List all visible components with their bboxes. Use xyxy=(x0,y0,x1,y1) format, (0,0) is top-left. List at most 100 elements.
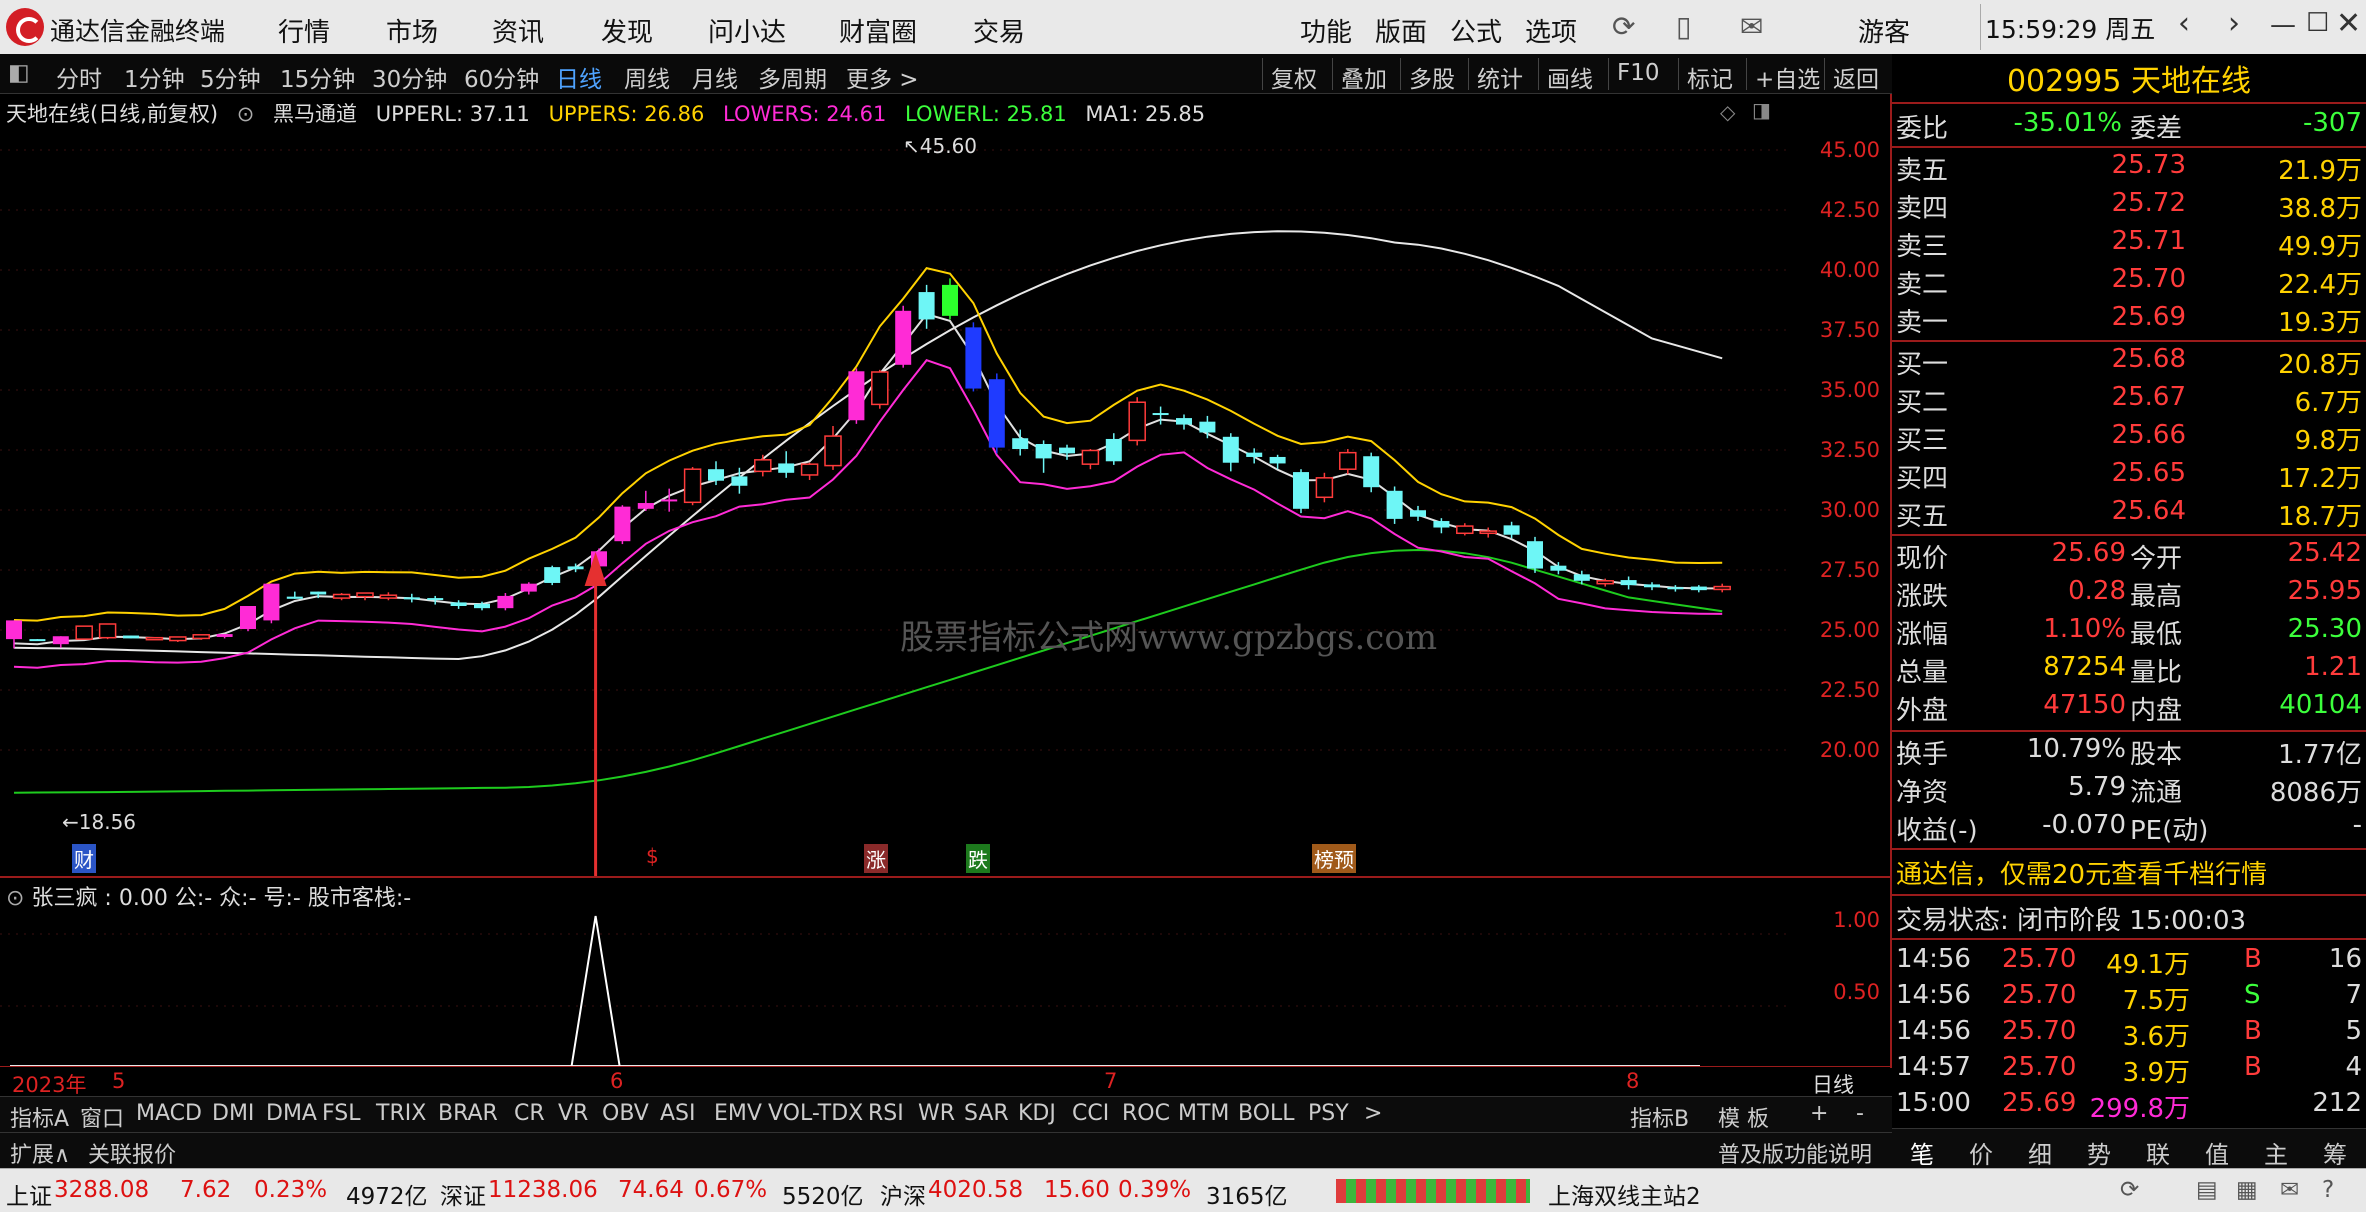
candle-body[interactable] xyxy=(1479,530,1497,535)
candle-body[interactable] xyxy=(1667,587,1684,590)
tab-15min[interactable]: 15分钟 xyxy=(280,60,355,94)
candle-body[interactable] xyxy=(1713,585,1731,591)
candle-body[interactable] xyxy=(1363,456,1380,488)
tab-more[interactable]: 更多 > xyxy=(846,60,919,94)
bids-row[interactable]: 买三 25.66 9.8万 xyxy=(1892,420,2366,458)
tab-daily[interactable]: 日线 xyxy=(556,60,602,94)
hs-label[interactable]: 沪深 xyxy=(880,1177,926,1211)
candle-body[interactable] xyxy=(1690,586,1707,591)
phone-icon[interactable]: ▯ xyxy=(1676,10,1691,43)
menu-gongneng[interactable]: 功能 xyxy=(1300,12,1352,49)
candle-body[interactable] xyxy=(145,636,164,641)
menu-zixun[interactable]: 资讯 xyxy=(492,12,544,49)
candle-body[interactable] xyxy=(6,620,22,640)
candle-body[interactable] xyxy=(637,503,654,509)
candle-body[interactable] xyxy=(1128,401,1146,442)
candle-body[interactable] xyxy=(848,371,865,421)
maximize-icon[interactable]: ☐ xyxy=(2306,8,2329,38)
candle-body[interactable] xyxy=(1269,456,1286,464)
indicator-tab[interactable]: OBV xyxy=(602,1101,649,1126)
promo-banner[interactable]: 通达信，仅需20元查看千档行情 xyxy=(1896,854,2267,891)
indicator-tab[interactable]: 窗口 xyxy=(80,1101,124,1133)
candle-body[interactable] xyxy=(123,635,139,639)
related-quotes-button[interactable]: 关联报价 xyxy=(88,1137,176,1169)
expand-button[interactable]: 扩展∧ xyxy=(10,1137,70,1169)
candle-body[interactable] xyxy=(661,499,678,502)
indicator-tab[interactable]: FSL xyxy=(322,1101,361,1126)
candle-body[interactable] xyxy=(1315,477,1334,499)
candle-body[interactable] xyxy=(1550,565,1567,571)
indicator-tab[interactable]: CCI xyxy=(1072,1101,1109,1126)
candle-body[interactable] xyxy=(75,625,93,640)
candle-body[interactable] xyxy=(1012,438,1029,450)
menu-caifuquan[interactable]: 财富圈 xyxy=(839,12,917,49)
candle-body[interactable] xyxy=(1222,436,1239,463)
mail-icon[interactable]: ✉ xyxy=(1740,10,1763,43)
menu-banmian[interactable]: 版面 xyxy=(1375,12,1427,49)
candle-body[interactable] xyxy=(1620,580,1637,586)
candle-body[interactable] xyxy=(240,606,256,630)
candle-body[interactable] xyxy=(918,292,935,320)
indicator-tab[interactable]: ROC xyxy=(1122,1101,1170,1126)
tab-1min[interactable]: 1分钟 xyxy=(124,60,185,94)
candle-body[interactable] xyxy=(1035,444,1052,459)
back-button[interactable]: 返回 xyxy=(1824,58,1887,93)
sidebar-toggle-icon[interactable]: ◧ xyxy=(8,60,30,86)
menu-jiaoyi[interactable]: 交易 xyxy=(973,12,1025,49)
back-icon[interactable]: ‹ xyxy=(2178,6,2190,41)
candle-body[interactable] xyxy=(310,591,327,595)
refresh-icon[interactable]: ⟳ xyxy=(1612,10,1635,43)
indicator-tab[interactable]: SAR xyxy=(964,1101,1009,1126)
indicator-tab[interactable]: RSI xyxy=(868,1101,904,1126)
indicator-tab[interactable]: VOL-TDX xyxy=(768,1101,863,1126)
candle-body[interactable] xyxy=(332,593,351,599)
duogu-button[interactable]: 多股 xyxy=(1400,58,1463,93)
indicator-tab-right[interactable]: 指标B xyxy=(1630,1101,1689,1133)
candle-body[interactable] xyxy=(1105,438,1122,462)
tab-weekly[interactable]: 周线 xyxy=(624,60,670,94)
edition-help-link[interactable]: 普及版功能说明 xyxy=(1718,1137,1872,1169)
biaoji-button[interactable]: 标记 xyxy=(1678,58,1741,93)
candle-body[interactable] xyxy=(1293,472,1309,509)
candle-body[interactable] xyxy=(1527,541,1543,569)
user-label[interactable]: 游客 xyxy=(1858,12,1910,49)
f10-button[interactable]: F10 xyxy=(1608,58,1668,90)
indicator-tab[interactable]: 指标A xyxy=(10,1101,69,1133)
sh-label[interactable]: 上证 xyxy=(6,1177,52,1211)
candle-body[interactable] xyxy=(871,371,889,406)
marker-cai[interactable]: 财 xyxy=(72,844,96,873)
candle-body[interactable] xyxy=(403,597,420,600)
tab-30min[interactable]: 30分钟 xyxy=(372,60,447,94)
candle-body[interactable] xyxy=(1503,525,1520,535)
tongji-button[interactable]: 统计 xyxy=(1468,58,1531,93)
indicator-tab[interactable]: DMA xyxy=(266,1101,317,1126)
tab-multi-period[interactable]: 多周期 xyxy=(758,60,827,94)
quote-tab[interactable]: 细 xyxy=(2028,1135,2052,1170)
tab-60min[interactable]: 60分钟 xyxy=(464,60,539,94)
asks-row[interactable]: 卖三 25.71 49.9万 xyxy=(1892,226,2366,264)
candle-body[interactable] xyxy=(1573,574,1590,581)
candle-body[interactable] xyxy=(731,476,748,486)
candle-body[interactable] xyxy=(216,634,233,637)
candle-body[interactable] xyxy=(754,459,772,473)
sz-label[interactable]: 深证 xyxy=(440,1177,486,1211)
candle-body[interactable] xyxy=(98,623,117,639)
candle-body[interactable] xyxy=(497,595,514,609)
server-name[interactable]: 上海双线主站2 xyxy=(1548,1177,1701,1211)
tab-5min[interactable]: 5分钟 xyxy=(200,60,261,94)
candle-body[interactable] xyxy=(778,463,795,473)
indicator-tab[interactable]: ASI xyxy=(660,1101,696,1126)
indicator-tab[interactable]: TRIX xyxy=(376,1101,426,1126)
bids-row[interactable]: 买五 25.64 18.7万 xyxy=(1892,496,2366,534)
candle-body[interactable] xyxy=(1596,580,1614,585)
candle-body[interactable] xyxy=(520,583,537,592)
indicator-pane[interactable]: ⊙ 张三疯 : 0.00 公:- 众:- 号:- 股市客栈:- 1.00 0.5… xyxy=(0,876,1892,1068)
quote-tab[interactable]: 势 xyxy=(2087,1135,2111,1170)
menu-xuanxiang[interactable]: 选项 xyxy=(1525,12,1577,49)
bids-row[interactable]: 买一 25.68 20.8万 xyxy=(1892,344,2366,382)
indicator-tab[interactable]: BRAR xyxy=(438,1101,498,1126)
indicator-tab[interactable]: KDJ xyxy=(1018,1101,1056,1126)
asks-row[interactable]: 卖一 25.69 19.3万 xyxy=(1892,302,2366,340)
candle-body[interactable] xyxy=(1386,490,1403,519)
candle-body[interactable] xyxy=(474,603,490,609)
